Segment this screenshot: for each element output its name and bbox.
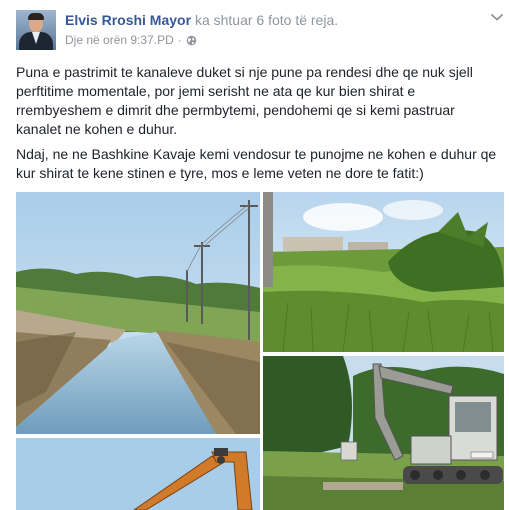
chevron-down-icon[interactable] (490, 12, 504, 22)
timestamp-link[interactable]: Dje në orën 9:37.PD (65, 33, 174, 47)
photo-excavator-trees[interactable] (263, 356, 504, 510)
facebook-post: Elvis Rroshi Mayor ka shtuar 6 foto të r… (0, 0, 509, 510)
post-meta: Dje në orën 9:37.PD · (65, 33, 197, 47)
post-action-text: ka shtuar 6 foto të reja. (194, 12, 339, 28)
globe-icon[interactable] (186, 35, 197, 46)
post-paragraph-1: Puna e pastrimit te kanaleve duket si nj… (16, 64, 473, 137)
post-paragraph-2: Ndaj, ne ne Bashkine Kavaje kemi vendosu… (16, 146, 497, 181)
post-header: Elvis Rroshi Mayor ka shtuar 6 foto të r… (65, 12, 338, 28)
photo-excavator-arm[interactable] (16, 438, 260, 510)
photo-overgrown-field[interactable] (263, 192, 504, 352)
author-name-link[interactable]: Elvis Rroshi Mayor (65, 12, 191, 28)
photo-canal-water[interactable] (16, 192, 260, 434)
meta-separator: · (177, 33, 182, 47)
avatar[interactable] (16, 10, 56, 50)
